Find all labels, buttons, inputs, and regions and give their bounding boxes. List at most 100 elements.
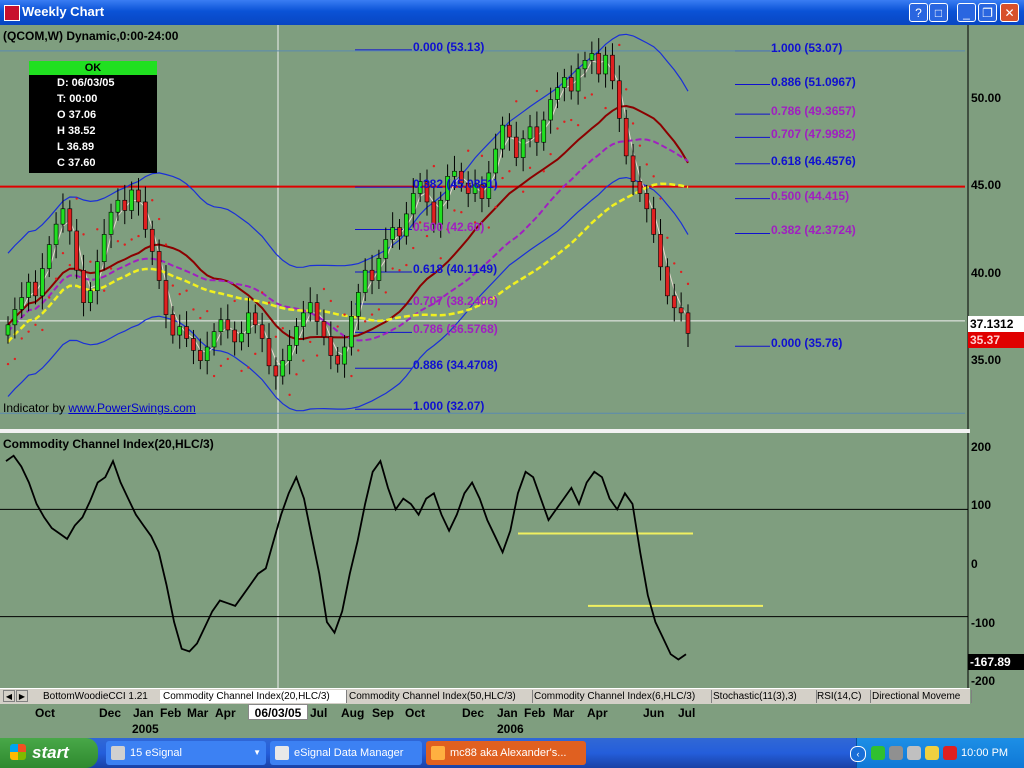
restore-button[interactable]: ❐ bbox=[978, 3, 997, 22]
candle-body bbox=[273, 365, 279, 377]
clock: 10:00 PM bbox=[961, 747, 1009, 759]
year-label: 2006 bbox=[497, 722, 524, 736]
cci-tick: 0 bbox=[971, 557, 978, 571]
sar-dot bbox=[267, 301, 271, 304]
speaker-icon[interactable] bbox=[907, 746, 921, 760]
printer-icon[interactable] bbox=[889, 746, 903, 760]
tab-bottomwoodiecci[interactable]: BottomWoodieCCI 1.21 bbox=[40, 690, 163, 703]
candle-body bbox=[500, 124, 505, 150]
candle-body bbox=[101, 234, 107, 262]
minimize-button[interactable]: _ bbox=[957, 3, 976, 22]
sar-dot bbox=[34, 323, 37, 327]
candle-body bbox=[527, 126, 533, 140]
time-axis: Oct Dec Jan Feb Mar Apr Jul Aug Sep Oct … bbox=[0, 704, 1024, 738]
tray-expand-icon[interactable]: ‹ bbox=[850, 746, 866, 762]
candle-body bbox=[122, 199, 128, 211]
sar-dot bbox=[686, 282, 690, 286]
sar-dot bbox=[68, 263, 72, 267]
candle-body bbox=[452, 170, 457, 177]
candle-body bbox=[94, 261, 100, 292]
price-tick: 35.00 bbox=[971, 353, 1002, 367]
sar-dot bbox=[405, 263, 408, 267]
candle-body bbox=[156, 251, 162, 281]
candle-body bbox=[658, 234, 663, 268]
sar-dot bbox=[645, 163, 648, 166]
indicator-tabs: ◀ ▶ BottomWoodieCCI 1.21 Commodity Chann… bbox=[0, 688, 972, 704]
candle-body bbox=[136, 189, 141, 203]
candle-body bbox=[204, 346, 210, 361]
candle-body bbox=[349, 316, 354, 348]
start-button[interactable]: start bbox=[0, 738, 98, 768]
tab-cci-50[interactable]: Commodity Channel Index(50,HLC/3) bbox=[346, 690, 533, 703]
candle-body bbox=[211, 331, 217, 348]
candle-body bbox=[328, 336, 334, 356]
candle-body bbox=[678, 307, 684, 314]
taskbar-item-browser[interactable]: mc88 aka Alexander's... bbox=[426, 741, 586, 765]
candle-body bbox=[218, 319, 224, 332]
month-label: Apr bbox=[587, 706, 608, 720]
network-icon[interactable] bbox=[871, 746, 885, 760]
cci-tick: -200 bbox=[971, 674, 996, 688]
month-label: Jun bbox=[643, 706, 665, 720]
candle-body bbox=[555, 87, 560, 100]
cci-tick: -100 bbox=[971, 616, 996, 630]
sar-dot bbox=[130, 238, 133, 241]
tab-rsi[interactable]: RSI(14,C) bbox=[814, 690, 871, 703]
alert-icon[interactable] bbox=[943, 746, 957, 760]
sar-dot bbox=[212, 374, 216, 378]
cci-chart[interactable] bbox=[0, 433, 1024, 688]
taskbar-item-data-manager[interactable]: eSignal Data Manager bbox=[270, 741, 422, 765]
candle-body bbox=[493, 148, 498, 174]
taskbar-item-esignal[interactable]: 15 eSignal ▼ bbox=[106, 741, 266, 765]
sar-dot bbox=[151, 199, 154, 202]
sar-dot bbox=[583, 96, 587, 100]
data-close: C 37.60 bbox=[57, 157, 96, 169]
candle-body bbox=[108, 211, 114, 235]
fib-label: 0.618 (40.1149) bbox=[413, 261, 498, 276]
tab-cci-6[interactable]: Commodity Channel Index(6,HLC/3) bbox=[531, 690, 712, 703]
sar-dot bbox=[570, 118, 573, 122]
candle-body bbox=[252, 312, 258, 326]
sar-dot bbox=[638, 144, 642, 147]
candle-body bbox=[404, 213, 409, 237]
tab-stochastic[interactable]: Stochastic(11(3),3) bbox=[710, 690, 817, 703]
fib-label: 0.382 (42.3724) bbox=[771, 223, 856, 238]
start-label: start bbox=[32, 743, 69, 762]
help-button[interactable]: ? bbox=[909, 3, 928, 22]
month-label: Mar bbox=[553, 706, 575, 720]
maximize-chart-button[interactable]: □ bbox=[929, 3, 948, 22]
sar-dot bbox=[535, 89, 539, 93]
sar-dot bbox=[425, 234, 429, 238]
candle-body bbox=[246, 312, 251, 334]
close-button[interactable]: ✕ bbox=[1000, 3, 1019, 22]
window-titlebar: Weekly Chart ? □ _ ❐ ✕ bbox=[0, 0, 1024, 25]
month-label: Dec bbox=[99, 706, 122, 720]
sar-dot bbox=[185, 289, 188, 292]
candle-body bbox=[548, 99, 553, 121]
candle-body bbox=[232, 329, 237, 343]
fib-label: 1.000 (53.07) bbox=[771, 40, 843, 55]
sar-dot bbox=[309, 340, 312, 344]
sar-dot bbox=[247, 366, 250, 369]
candle-body bbox=[321, 321, 327, 338]
candle-body bbox=[582, 60, 588, 70]
sar-dot bbox=[549, 152, 552, 156]
candle-body bbox=[115, 199, 121, 213]
powerswings-link[interactable]: www.PowerSwings.com bbox=[68, 401, 195, 415]
esignal-icon bbox=[111, 746, 125, 760]
tab-scroll-left-icon[interactable]: ◀ bbox=[3, 690, 15, 702]
sar-dot bbox=[624, 88, 628, 91]
sar-dot bbox=[439, 257, 442, 260]
taskbar-item-label: mc88 aka Alexander's... bbox=[450, 747, 567, 759]
indicator-credit: Indicator by www.PowerSwings.com bbox=[3, 401, 196, 415]
candle-body bbox=[397, 227, 402, 237]
candle-body bbox=[60, 208, 66, 225]
tab-cci-20[interactable]: Commodity Channel Index(20,HLC/3) bbox=[160, 690, 347, 703]
tab-scroll-right-icon[interactable]: ▶ bbox=[16, 690, 28, 702]
candle-body bbox=[637, 181, 643, 194]
candle-body bbox=[610, 54, 615, 82]
tab-directional-movement[interactable]: Directional Moveme bbox=[869, 690, 972, 703]
candle-body bbox=[356, 292, 361, 317]
security-icon[interactable] bbox=[925, 746, 939, 760]
price-tick: 40.00 bbox=[971, 266, 1002, 280]
